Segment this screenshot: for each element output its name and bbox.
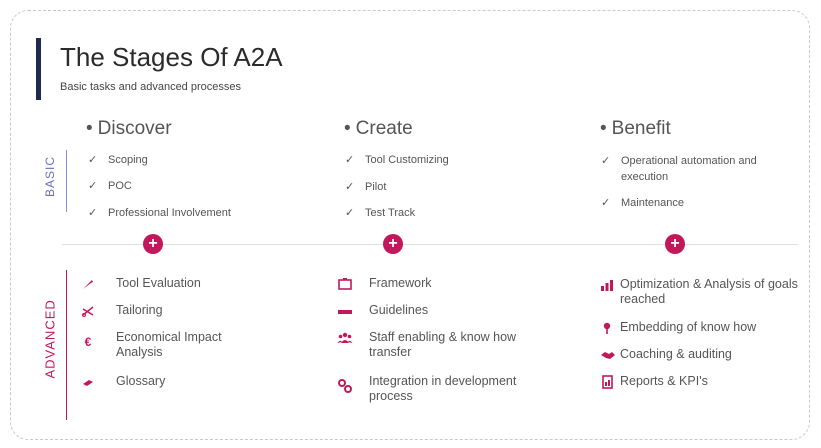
plus-icon: + [143,234,163,254]
check-icon: ✓ [88,207,98,219]
users-icon [337,331,353,345]
check-icon: ✓ [345,181,355,193]
basic-section-line [66,150,67,212]
basic-item: ✓ Professional Involvement [88,207,231,219]
bar-chart-icon [600,278,614,292]
title-accent-bar [36,38,41,100]
basic-item: ✓ POC [88,180,132,192]
cogs-icon [337,378,353,393]
check-icon: ✓ [601,197,611,209]
handshake-icon [600,348,615,362]
basic-item: ✓ Test Track [345,207,416,219]
check-icon: ✓ [88,180,98,192]
advanced-section-label: ADVANCED [42,299,58,379]
basic-section-label: BASIC [43,155,57,197]
pin-icon [600,321,614,335]
wrench-icon [80,277,96,291]
column-heading-discover: • Discover [86,118,172,139]
eraser-icon [80,375,96,389]
euro-icon: € [84,335,92,349]
basic-item: ✓ Operational automation and execution [601,155,757,183]
minus-bar-icon [337,304,353,318]
advanced-section-line [66,270,67,420]
section-divider [62,244,798,245]
check-icon: ✓ [345,207,355,219]
basic-item: ✓ Tool Customizing [345,154,449,166]
column-heading-create: • Create [344,118,413,139]
check-icon: ✓ [88,154,98,166]
basic-item: ✓ Maintenance [601,197,684,209]
scissors-icon [80,304,96,318]
page-subtitle: Basic tasks and advanced processes [60,81,241,93]
basic-item: ✓ Pilot [345,181,387,193]
report-icon [600,375,614,389]
check-icon: ✓ [345,154,355,166]
frame-icon [337,277,353,291]
basic-item: ✓ Scoping [88,154,148,166]
page-title: The Stages Of A2A [60,42,283,72]
plus-icon: + [665,234,685,254]
plus-icon: + [383,234,403,254]
check-icon: ✓ [601,155,611,167]
column-heading-benefit: • Benefit [600,118,671,139]
